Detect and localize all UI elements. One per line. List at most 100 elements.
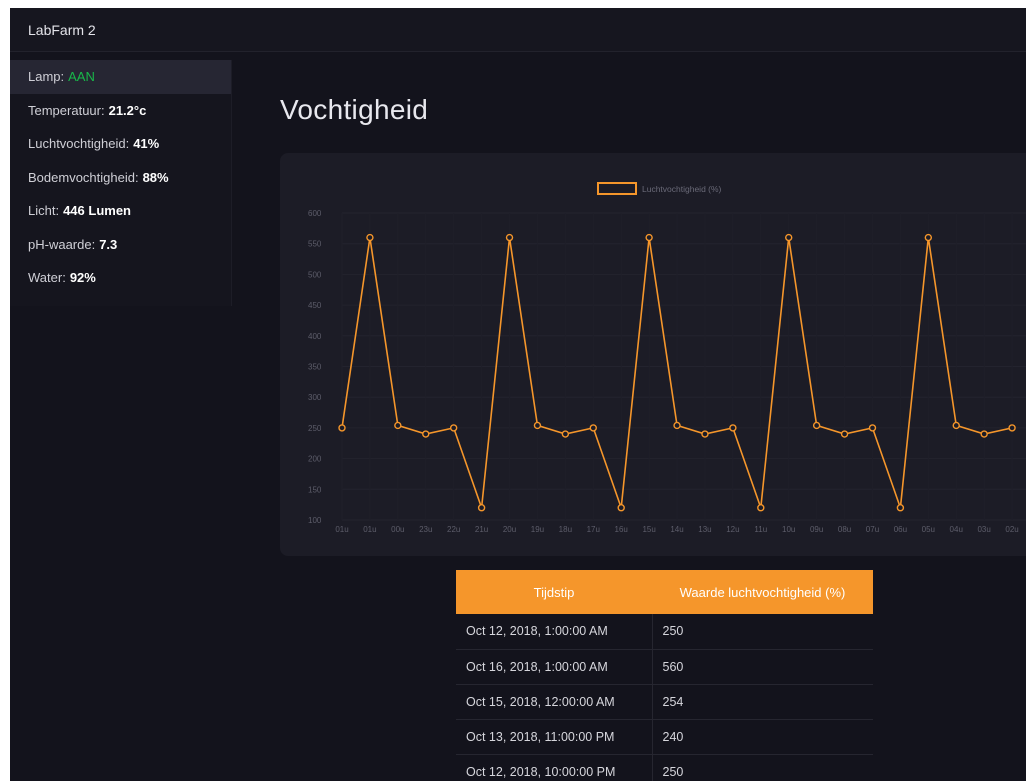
x-tick-label: 16u [615, 525, 628, 534]
x-tick-label: 19u [531, 525, 544, 534]
table-cell-time: Oct 13, 2018, 11:00:00 PM [456, 719, 653, 755]
y-tick-label: 250 [308, 424, 322, 433]
x-tick-label: 14u [670, 525, 683, 534]
data-point [477, 504, 486, 512]
sidebar-item-label: Water: [28, 270, 66, 286]
x-tick-label: 22u [447, 525, 460, 534]
x-tick-label: 07u [866, 525, 879, 534]
data-point [505, 233, 514, 242]
y-tick-label: 150 [308, 485, 322, 494]
table-cell-time: Oct 12, 2018, 10:00:00 PM [456, 754, 653, 781]
sidebar-item-water[interactable]: Water: 92% [10, 261, 231, 295]
data-point [896, 504, 905, 512]
sidebar-item-temperature[interactable]: Temperatuur: 21.2°c [10, 94, 231, 128]
table-header-row: Tijdstip Waarde luchtvochtigheid (%) [456, 570, 873, 614]
sidebar-item-label: Lamp: [28, 69, 65, 85]
x-tick-label: 13u [698, 525, 711, 534]
y-tick-label: 600 [308, 209, 322, 218]
x-tick-label: 02u [1005, 525, 1018, 534]
y-tick-label: 500 [308, 270, 322, 279]
sidebar-item-label: pH-waarde: [28, 236, 96, 252]
legend-label: Luchtvochtigheid (%) [642, 184, 722, 194]
legend-swatch [597, 182, 637, 195]
humidity-line-chart: 100 150 200 250 300 350 400 450 500 550 600 01u 01u 0… [308, 182, 1026, 534]
table-row: Oct 16, 2018, 1:00:00 AM 560 [456, 649, 873, 685]
app-window: LabFarm 2 Lamp: AAN Temperatuur: 21.2°c … [10, 8, 1026, 781]
data-point [338, 424, 346, 432]
x-tick-label: 17u [587, 525, 600, 534]
data-point [394, 421, 402, 430]
table-cell-time: Oct 16, 2018, 1:00:00 AM [456, 649, 653, 685]
x-tick-label: 20u [503, 525, 516, 534]
sidebar-item-value: 7.3 [99, 236, 118, 252]
x-tick-label: 18u [559, 525, 572, 534]
column-header-time[interactable]: Tijdstip [456, 570, 652, 614]
x-tick-label: 12u [726, 525, 739, 534]
sidebar-item-air-humidity[interactable]: Luchtvochtigheid: 41% [10, 127, 231, 161]
data-point [785, 233, 793, 242]
x-tick-label: 08u [838, 525, 851, 534]
y-tick-label: 550 [308, 240, 322, 249]
table-row: Oct 13, 2018, 11:00:00 PM 240 [456, 719, 873, 755]
data-point [449, 424, 458, 432]
data-point [757, 504, 765, 512]
data-point [701, 430, 709, 438]
table-cell-value: 250 [652, 614, 873, 650]
y-tick-label: 300 [308, 393, 322, 402]
page-title: Vochtigheid [280, 94, 429, 125]
x-tick-label: 05u [922, 525, 935, 534]
table-cell-time: Oct 12, 2018, 1:00:00 AM [456, 614, 653, 650]
lamp-status: AAN [68, 69, 95, 85]
y-tick-label: 200 [308, 455, 322, 464]
sensor-sidebar: Lamp: AAN Temperatuur: 21.2°c Luchtvocht… [10, 60, 232, 306]
data-point [589, 424, 597, 432]
sidebar-item-label: Temperatuur: [28, 102, 105, 118]
top-navbar: LabFarm 2 [10, 8, 1026, 52]
x-tick-label: 01u [363, 525, 376, 534]
table-row: Oct 12, 2018, 1:00:00 AM 250 [456, 614, 873, 650]
data-point [924, 233, 933, 242]
y-tick-label: 400 [308, 332, 322, 341]
x-tick-label: 15u [642, 525, 655, 534]
x-tick-label: 21u [475, 525, 488, 534]
sidebar-item-value: 88% [142, 169, 169, 185]
sidebar-item-light[interactable]: Licht: 446 Lumen [10, 194, 231, 228]
sidebar-item-value: 446 Lumen [63, 203, 131, 219]
x-tick-label: 01u [335, 525, 348, 534]
data-point [729, 424, 737, 432]
data-point [812, 421, 821, 430]
x-tick-label: 03u [977, 525, 990, 534]
sidebar-item-value: 21.2°c [108, 102, 147, 118]
data-point [1008, 424, 1016, 432]
y-tick-label: 350 [308, 363, 322, 372]
table-cell-value: 250 [652, 754, 873, 781]
data-point [673, 421, 681, 430]
data-point [840, 430, 849, 438]
table-cell-time: Oct 15, 2018, 12:00:00 AM [456, 684, 653, 720]
data-point [868, 424, 877, 432]
column-header-value[interactable]: Waarde luchtvochtigheid (%) [652, 570, 873, 614]
table-cell-value: 254 [652, 684, 873, 720]
x-tick-label: 11u [754, 525, 767, 534]
table-row: Oct 15, 2018, 12:00:00 AM 254 [456, 684, 873, 720]
data-point [533, 421, 542, 430]
data-point [561, 430, 570, 438]
sidebar-item-label: Bodemvochtigheid: [28, 169, 139, 185]
x-tick-label: 06u [894, 525, 907, 534]
humidity-chart-card: 100 150 200 250 300 350 400 450 500 550 600 01u 01u 0… [280, 153, 1026, 556]
table-row: Oct 12, 2018, 10:00:00 PM 250 [456, 754, 873, 781]
sidebar-item-value: 92% [69, 270, 96, 286]
app-brand[interactable]: LabFarm 2 [28, 22, 96, 38]
y-tick-label: 100 [308, 516, 322, 525]
sidebar-item-ph[interactable]: pH-waarde: 7.3 [10, 228, 231, 262]
x-tick-label: 09u [810, 525, 823, 534]
humidity-table: Tijdstip Waarde luchtvochtigheid (%) Oct… [456, 570, 873, 781]
data-point [366, 233, 374, 242]
table-cell-value: 240 [652, 719, 873, 755]
sidebar-item-lamp[interactable]: Lamp: AAN [10, 60, 231, 94]
x-tick-label: 23u [419, 525, 432, 534]
data-point [952, 421, 960, 430]
data-point [645, 233, 653, 242]
x-tick-label: 10u [782, 525, 795, 534]
sidebar-item-soil-humidity[interactable]: Bodemvochtigheid: 88% [10, 161, 231, 195]
